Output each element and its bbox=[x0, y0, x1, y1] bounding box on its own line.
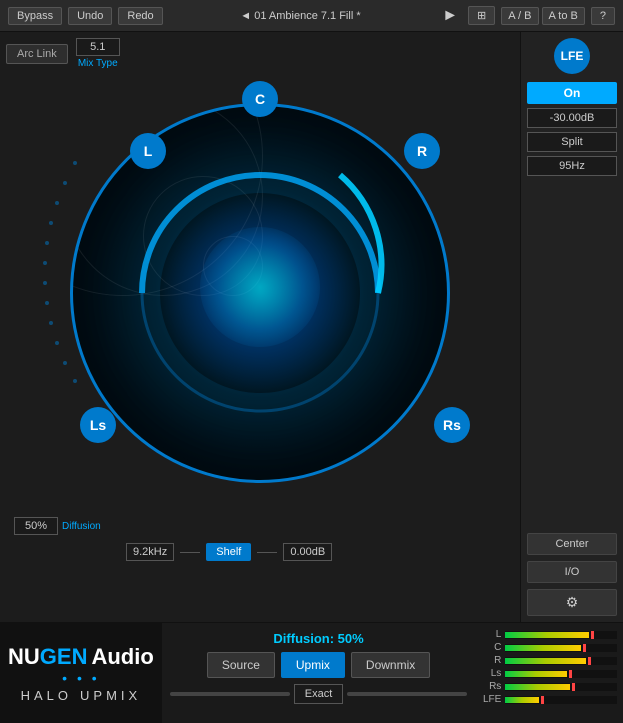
surround-visualizer: C L R Ls Rs bbox=[40, 73, 480, 513]
bottom-buttons: Source Upmix Downmix bbox=[207, 652, 430, 678]
circular-viz bbox=[70, 103, 450, 483]
vu-label-rs: Rs bbox=[481, 681, 501, 692]
lfe-db-box[interactable]: -30.00dB bbox=[527, 108, 617, 128]
shelf-button[interactable]: Shelf bbox=[206, 543, 251, 561]
speaker-ls[interactable]: Ls bbox=[80, 407, 116, 443]
diffusion-value[interactable]: 50% bbox=[14, 517, 58, 535]
vu-row-rs: Rs bbox=[481, 681, 617, 692]
play-button[interactable]: ► bbox=[438, 7, 462, 25]
brand-dots: • • • bbox=[62, 670, 99, 686]
vu-label-r: R bbox=[481, 655, 501, 666]
vu-bar-container-ls bbox=[505, 670, 617, 678]
mix-type-box[interactable]: 5.1 bbox=[76, 38, 120, 56]
vu-meters-area: LCR Ls Rs LFE bbox=[475, 623, 623, 723]
main-area: Arc Link 5.1 Mix Type C L R Ls Rs bbox=[0, 32, 623, 622]
eq-db[interactable]: 0.00dB bbox=[283, 543, 332, 561]
speaker-c[interactable]: C bbox=[242, 81, 278, 117]
brand-audio: Audio bbox=[91, 644, 153, 670]
exact-row: Exact bbox=[170, 684, 468, 704]
eq-line-left bbox=[180, 552, 200, 553]
bottom-bar: NU GEN Audio • • • HALO UPMIX Diffusion:… bbox=[0, 622, 623, 723]
undo-button[interactable]: Undo bbox=[68, 7, 112, 25]
top-bar: Bypass Undo Redo ◄ 01 Ambience 7.1 Fill … bbox=[0, 0, 623, 32]
exact-slider-right[interactable] bbox=[347, 692, 467, 696]
lfe-hz-box[interactable]: 95Hz bbox=[527, 156, 617, 176]
lfe-on-button[interactable]: On bbox=[527, 82, 617, 104]
vu-row-r: R bbox=[481, 655, 617, 666]
mix-type-label: Mix Type bbox=[78, 58, 118, 69]
vu-peak-ls bbox=[569, 670, 572, 678]
downmix-button[interactable]: Downmix bbox=[351, 652, 430, 678]
vu-bar-ls bbox=[505, 671, 566, 677]
source-button[interactable]: Source bbox=[207, 652, 275, 678]
vu-bar-rs bbox=[505, 684, 570, 690]
vu-row-l: L bbox=[481, 629, 617, 640]
gear-button[interactable]: ⚙ bbox=[527, 589, 617, 616]
arc-svg bbox=[62, 95, 458, 491]
dot-arc-svg bbox=[15, 153, 85, 453]
vu-label-c: C bbox=[481, 642, 501, 653]
io-button[interactable]: I/O bbox=[527, 561, 617, 583]
eq-line-right bbox=[257, 552, 277, 553]
vu-peak-rs bbox=[572, 683, 575, 691]
redo-button[interactable]: Redo bbox=[118, 7, 162, 25]
speaker-rs[interactable]: Rs bbox=[434, 407, 470, 443]
diffusion-status: Diffusion: 50% bbox=[273, 631, 363, 646]
brand-nu: NU bbox=[8, 644, 40, 670]
exact-slider-left[interactable] bbox=[170, 692, 290, 696]
help-button[interactable]: ? bbox=[591, 7, 615, 25]
track-name: ◄ 01 Ambience 7.1 Fill * bbox=[169, 10, 433, 22]
lfe-split-box[interactable]: Split bbox=[527, 132, 617, 152]
eq-row: 9.2kHz Shelf 0.00dB bbox=[6, 543, 514, 569]
vu-bar-container-l bbox=[505, 631, 617, 639]
speaker-r[interactable]: R bbox=[404, 133, 440, 169]
arc-link-button[interactable]: Arc Link bbox=[6, 44, 68, 64]
left-panel: Arc Link 5.1 Mix Type C L R Ls Rs bbox=[0, 32, 520, 622]
bypass-button[interactable]: Bypass bbox=[8, 7, 62, 25]
diffusion-label: Diffusion bbox=[62, 521, 101, 532]
vu-bar-container-c bbox=[505, 644, 617, 652]
diffusion-row: 50% Diffusion bbox=[6, 517, 514, 535]
vu-peak-l bbox=[591, 631, 594, 639]
ab-button[interactable]: A / B bbox=[501, 7, 538, 25]
right-panel: LFE On -30.00dB Split 95Hz Center I/O ⚙ bbox=[520, 32, 623, 622]
clipboard-button[interactable]: ⊞ bbox=[468, 6, 495, 25]
brand-halo: HALO bbox=[21, 688, 72, 703]
vu-row-c: C bbox=[481, 642, 617, 653]
brand-upmix: UPMIX bbox=[80, 688, 141, 703]
vu-row-ls: Ls bbox=[481, 668, 617, 679]
vu-bar-r bbox=[505, 658, 585, 664]
brand-area: NU GEN Audio • • • HALO UPMIX bbox=[0, 623, 162, 723]
vu-bar-container-r bbox=[505, 657, 617, 665]
vu-bar-lfe bbox=[505, 697, 539, 703]
center-button[interactable]: Center bbox=[527, 533, 617, 555]
mix-type-container: 5.1 Mix Type bbox=[76, 38, 120, 69]
vu-label-l: L bbox=[481, 629, 501, 640]
exact-button[interactable]: Exact bbox=[294, 684, 344, 704]
vu-peak-lfe bbox=[541, 696, 544, 704]
vu-label-ls: Ls bbox=[481, 668, 501, 679]
atob-button[interactable]: A to B bbox=[542, 7, 585, 25]
vu-bar-container-rs bbox=[505, 683, 617, 691]
controls-row: Arc Link 5.1 Mix Type bbox=[6, 38, 514, 69]
bottom-controls: 50% Diffusion 9.2kHz Shelf 0.00dB bbox=[6, 513, 514, 569]
lfe-speaker-label[interactable]: LFE bbox=[554, 38, 590, 74]
brand-subtitle: HALO UPMIX bbox=[21, 688, 142, 703]
brand-gen: GEN bbox=[40, 644, 88, 670]
upmix-button[interactable]: Upmix bbox=[281, 652, 345, 678]
status-area: Diffusion: 50% Source Upmix Downmix Exac… bbox=[162, 623, 476, 723]
vu-peak-r bbox=[588, 657, 591, 665]
vu-bar-l bbox=[505, 632, 589, 638]
lfe-spacer bbox=[527, 180, 617, 529]
speaker-l[interactable]: L bbox=[130, 133, 166, 169]
vu-row-lfe: LFE bbox=[481, 694, 617, 705]
eq-freq[interactable]: 9.2kHz bbox=[126, 543, 174, 561]
vu-label-lfe: LFE bbox=[481, 694, 501, 705]
brand-name: NU GEN Audio bbox=[8, 644, 154, 670]
vu-peak-c bbox=[583, 644, 586, 652]
vu-bar-container-lfe bbox=[505, 696, 617, 704]
vu-bar-c bbox=[505, 645, 581, 651]
